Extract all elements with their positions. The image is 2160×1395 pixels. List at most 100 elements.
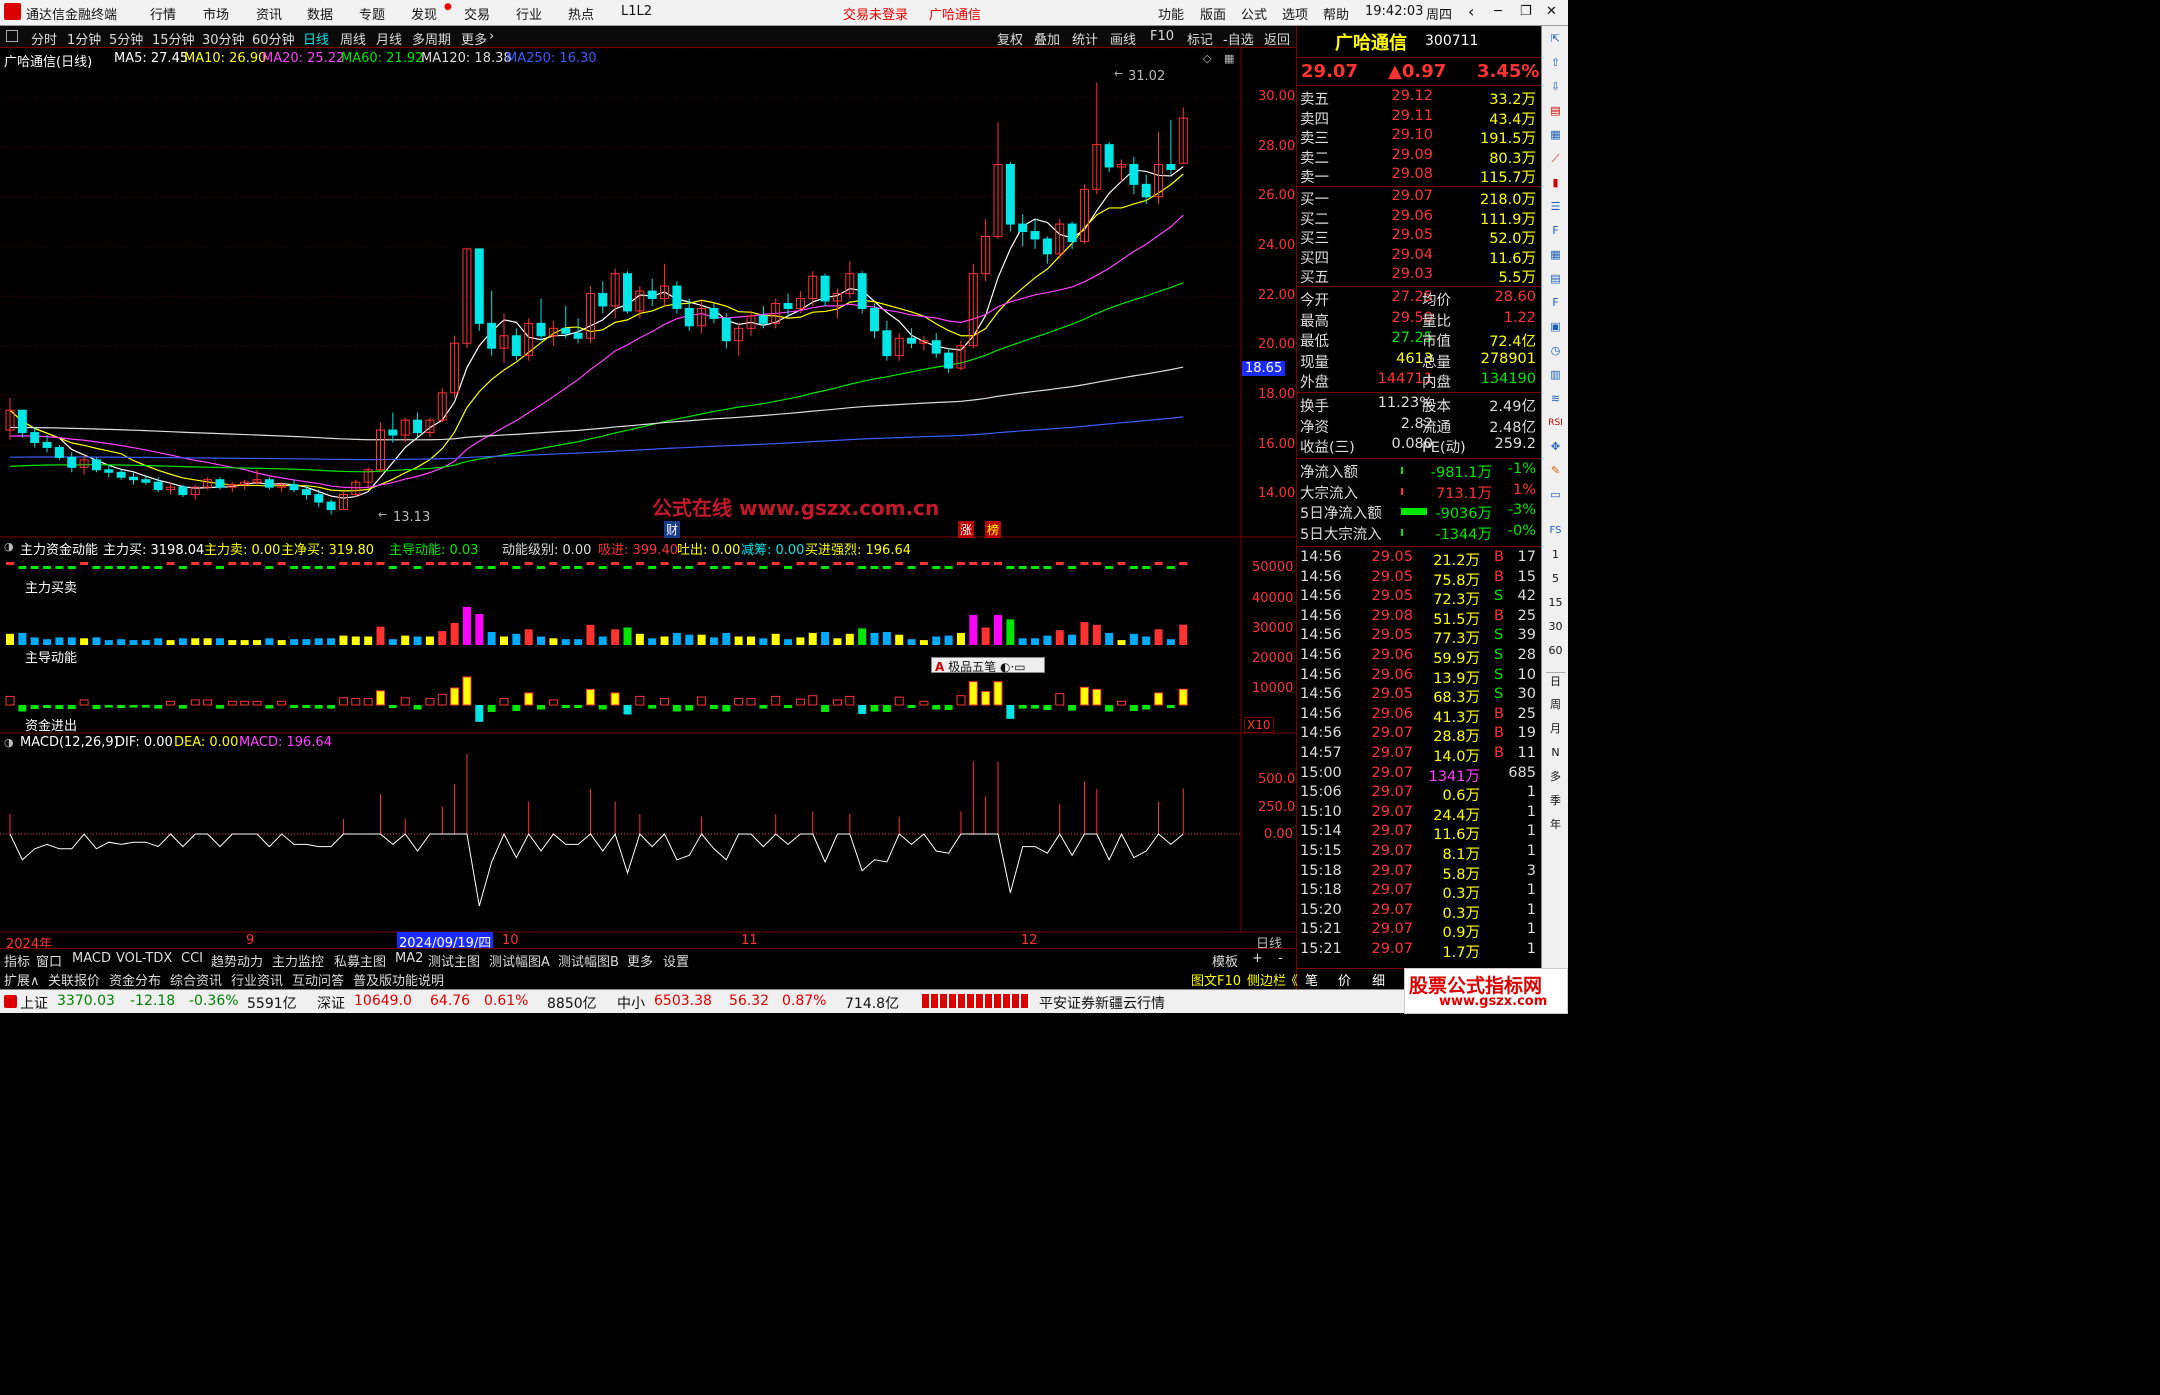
sidebar-fs[interactable]: FS [1546,522,1565,540]
chevron-right-icon[interactable]: › [489,29,494,44]
list-icon[interactable]: ☰ [1546,198,1565,216]
back-icon[interactable]: ‹ [1468,2,1474,21]
period-15-icon[interactable]: 15 [1546,594,1565,612]
period-多周期[interactable]: 多周期 [412,29,451,48]
keyboard-icon[interactable]: ▭ [1014,660,1025,674]
pin-icon[interactable]: ⇱ [1546,30,1565,48]
period-30分钟[interactable]: 30分钟 [202,29,245,48]
tab-侧边栏[interactable]: 侧边栏 [1247,970,1286,989]
doc-icon[interactable]: ▤ [1546,270,1565,288]
period-60分钟[interactable]: 60分钟 [252,29,295,48]
tool-f10[interactable]: F10 [1150,29,1174,44]
arrow-down-icon[interactable]: ⇩ [1546,78,1565,96]
period-15分钟[interactable]: 15分钟 [152,29,195,48]
period-1-icon[interactable]: 1 [1546,546,1565,564]
sidebar-multi[interactable]: 多 [1546,768,1565,786]
fs-icon[interactable]: F [1546,294,1565,312]
add-panel-button[interactable]: + [1252,951,1263,966]
collapse-icon[interactable]: ◑ [4,736,14,749]
grid-icon[interactable]: ▦ [1224,52,1234,65]
tab-图文f10[interactable]: 图文F10 [1191,970,1241,989]
sidebar-year[interactable]: 年 [1546,816,1565,834]
tool-标记[interactable]: 标记 [1187,29,1213,48]
event-marker-涨[interactable]: 涨 [958,521,975,538]
tool-返回[interactable]: 返回 [1264,29,1290,48]
menu-item-选项[interactable]: 选项 [1282,4,1308,23]
menu-item-热点[interactable]: 热点 [568,4,594,23]
menu-item-行业[interactable]: 行业 [516,4,542,23]
menu-item-版面[interactable]: 版面 [1200,4,1226,23]
rsi-icon[interactable]: RSI [1546,414,1565,432]
period-30-icon[interactable]: 30 [1546,618,1565,636]
grid-icon[interactable]: ▦ [1546,246,1565,264]
menu-item-功能[interactable]: 功能 [1158,4,1184,23]
chart-area[interactable]: 广哈通信(日线) MA5: 27.45 MA10: 26.90 MA20: 25… [0,47,1296,955]
restore-icon[interactable]: ❐ [1520,4,1532,19]
tab-cci[interactable]: CCI [181,951,203,966]
window-icon[interactable]: ▭ [1546,486,1565,504]
login-status[interactable]: 交易未登录 [843,4,908,23]
menu-item-交易[interactable]: 交易 [464,4,490,23]
index-sh-label[interactable]: 上证 [20,993,48,1013]
menu-item-数据[interactable]: 数据 [307,4,333,23]
calendar-icon[interactable]: ▥ [1546,366,1565,384]
index-zx-label[interactable]: 中小 [617,993,645,1013]
chart-line-icon[interactable]: ⟋ [1546,150,1565,168]
tool-叠加[interactable]: 叠加 [1034,29,1060,48]
tab-互动问答[interactable]: 互动问答 [292,970,344,989]
tab-ma2[interactable]: MA2 [395,951,423,966]
tab-综合资讯[interactable]: 综合资讯 [170,970,222,989]
tab-价[interactable]: 价 [1338,970,1351,989]
period-60-icon[interactable]: 60 [1546,642,1565,660]
event-marker-榜[interactable]: 榜 [985,521,1002,538]
pen-icon[interactable]: ✎ [1546,462,1565,480]
menu-item-专题[interactable]: 专题 [359,4,385,23]
sidebar-day[interactable]: 日 [1546,672,1565,690]
remove-panel-button[interactable]: - [1278,951,1283,966]
close-icon[interactable]: ✕ [1546,4,1557,19]
tab-行业资讯[interactable]: 行业资讯 [231,970,283,989]
box-icon[interactable]: ▣ [1546,318,1565,336]
period-5-icon[interactable]: 5 [1546,570,1565,588]
tool-统计[interactable]: 统计 [1072,29,1098,48]
tab-扩展[interactable]: 扩展∧ [4,970,40,989]
moon-icon[interactable]: ◐ [1000,660,1010,674]
event-marker-财[interactable]: 财 [664,521,681,538]
period-分时[interactable]: 分时 [31,29,57,48]
tab-资金分布[interactable]: 资金分布 [109,970,161,989]
tab-关联报价[interactable]: 关联报价 [48,970,100,989]
menu-item-帮助[interactable]: 帮助 [1323,4,1349,23]
table-icon[interactable]: ▦ [1546,126,1565,144]
chart-canvas[interactable] [0,47,1296,955]
tab-vol-tdx[interactable]: VOL-TDX [116,951,172,966]
menu-item-市场[interactable]: 市场 [203,4,229,23]
candle-icon[interactable]: ▮ [1546,174,1565,192]
minimize-icon[interactable]: ─ [1494,4,1502,19]
tool-画线[interactable]: 画线 [1110,29,1136,48]
period-月线[interactable]: 月线 [376,29,402,48]
ime-toolbar[interactable]: A 极品五笔 ◐·▭ [931,657,1045,674]
tool-自选[interactable]: -自选 [1223,29,1254,48]
news-icon[interactable]: ▤ [1546,102,1565,120]
menu-item-l1l2[interactable]: L1L2 [621,4,652,19]
menu-item-资讯[interactable]: 资讯 [256,4,282,23]
menu-item-发现[interactable]: 发现 [411,4,437,23]
period-更多[interactable]: 更多 [461,29,487,48]
tab-细[interactable]: 细 [1372,970,1385,989]
sidebar-month[interactable]: 月 [1546,720,1565,738]
period-1分钟[interactable]: 1分钟 [67,29,101,48]
sidebar-week[interactable]: 周 [1546,696,1565,714]
chart-icon[interactable]: ≋ [1546,390,1565,408]
tool-复权[interactable]: 复权 [997,29,1023,48]
menu-item-行情[interactable]: 行情 [150,4,176,23]
menu-item-公式[interactable]: 公式 [1241,4,1267,23]
collapse-icon[interactable]: ◑ [4,540,14,553]
arrow-up-icon[interactable]: ⇧ [1546,54,1565,72]
period-周线[interactable]: 周线 [340,29,366,48]
period-5分钟[interactable]: 5分钟 [109,29,143,48]
f10-icon[interactable]: F [1546,222,1565,240]
index-sz-label[interactable]: 深证 [317,993,345,1013]
x10-badge[interactable]: X10 [1244,717,1274,733]
period-日线[interactable]: 日线 [303,29,329,48]
collapse-chevron-icon[interactable]: 《 [1285,970,1298,989]
